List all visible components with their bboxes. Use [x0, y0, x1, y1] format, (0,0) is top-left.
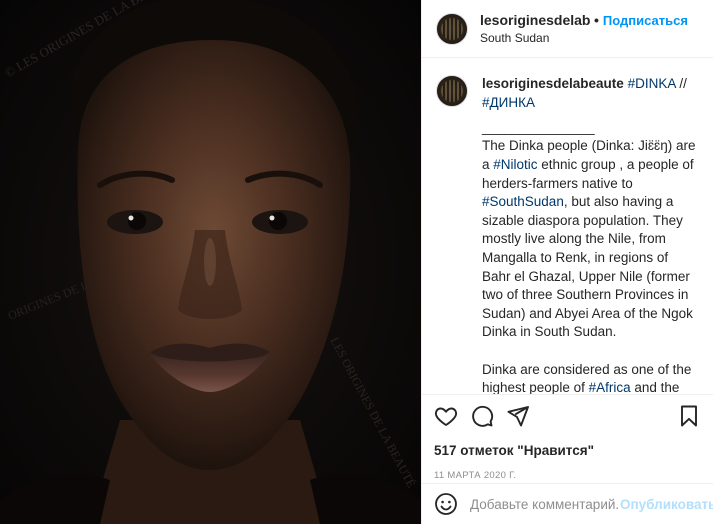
separator-dot: •	[594, 12, 599, 28]
caption-avatar[interactable]	[436, 75, 468, 107]
emoji-icon[interactable]	[434, 492, 458, 516]
post-photo[interactable]: © LES ORIGINES DE LA BEAUTÉ ORIGINES DE …	[0, 0, 421, 524]
comment-input[interactable]	[470, 496, 618, 512]
instagram-post: © LES ORIGINES DE LA BEAUTÉ ORIGINES DE …	[0, 0, 713, 524]
caption-paragraph-2: Dinka are considered as one of the highe…	[482, 361, 692, 395]
comment-bar: Опубликовать	[422, 483, 713, 524]
action-bar: 517 отметок "Нравится" 11 МАРТА 2020 Г.	[422, 394, 713, 481]
bookmark-icon[interactable]	[677, 404, 701, 428]
share-icon[interactable]	[506, 404, 530, 428]
portrait-image: © LES ORIGINES DE LA BEAUTÉ ORIGINES DE …	[0, 0, 421, 524]
hashtag-africa[interactable]: #Africa	[589, 380, 631, 394]
caption-sep: //	[675, 76, 687, 91]
location-link[interactable]: South Sudan	[480, 31, 688, 45]
header-username[interactable]: lesoriginesdelabeaute	[480, 12, 590, 28]
caption-paragraph-1: The Dinka people (Dinka: Jiɛ̈ɛ̈ŋ) are a …	[482, 138, 696, 340]
post-date[interactable]: 11 МАРТА 2020 Г.	[434, 470, 701, 481]
follow-button[interactable]: Подписаться	[603, 13, 688, 28]
hashtag-dinka-ru[interactable]: #ДИНКА	[482, 95, 535, 110]
caption-area: lesoriginesdelabeaute #DINKA // #ДИНКА _…	[422, 59, 713, 394]
header-text: lesoriginesdelabeaute • Подписаться Sout…	[480, 12, 688, 45]
caption-text: lesoriginesdelabeaute #DINKA // #ДИНКА _…	[482, 75, 699, 394]
caption-rule: _______________	[482, 119, 595, 135]
publish-button[interactable]: Опубликовать	[620, 497, 713, 512]
avatar[interactable]	[436, 12, 468, 45]
hashtag-dinka[interactable]: #DINKA	[628, 76, 676, 91]
heart-icon[interactable]	[434, 404, 458, 428]
caption-username[interactable]: lesoriginesdelabeaute	[482, 76, 624, 91]
hashtag-southsudan[interactable]: #SouthSudan	[482, 194, 564, 209]
comment-icon[interactable]	[470, 404, 494, 428]
hashtag-nilotic[interactable]: #Nilotic	[493, 157, 537, 172]
post-header: lesoriginesdelabeaute • Подписаться Sout…	[422, 0, 713, 58]
post-sidebar: lesoriginesdelabeaute • Подписаться Sout…	[421, 0, 713, 524]
likes-count[interactable]: 517 отметок "Нравится"	[434, 443, 701, 458]
